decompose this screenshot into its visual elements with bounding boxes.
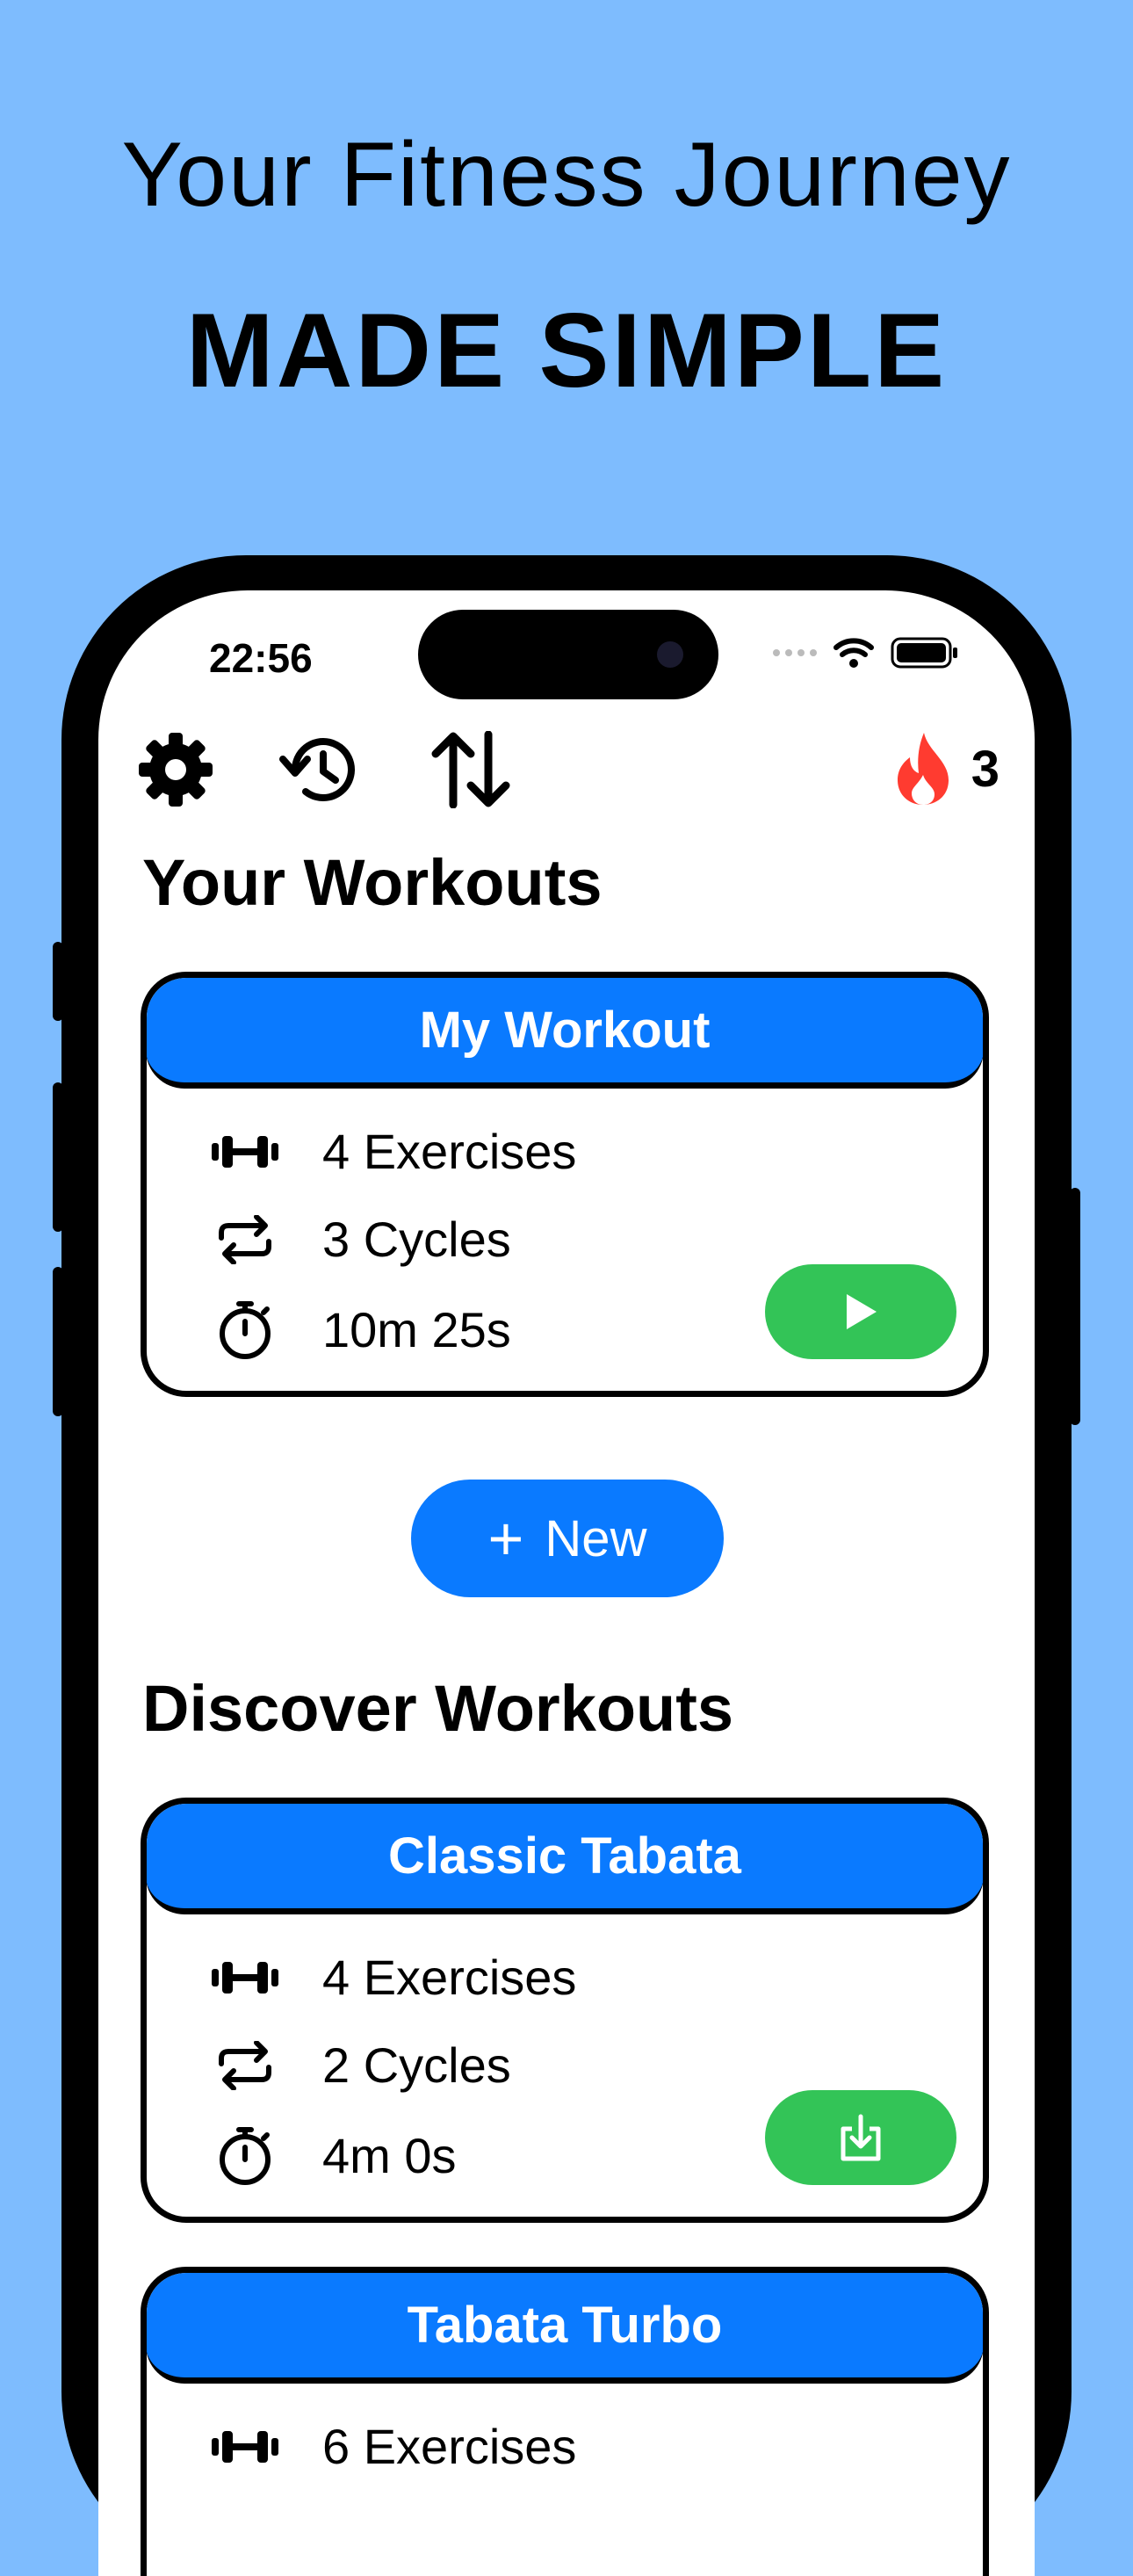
promo-title: MADE SIMPLE xyxy=(185,292,948,409)
discover-workouts-title: Discover Workouts xyxy=(142,1672,734,1745)
exercise-count: 4 Exercises xyxy=(322,1950,577,2005)
cycle-count: 3 Cycles xyxy=(322,1212,511,1267)
phone-side-button xyxy=(53,942,63,1021)
exercise-count: 6 Exercises xyxy=(322,2419,577,2474)
download-button[interactable] xyxy=(765,2090,956,2185)
workout-card-title: Tabata Turbo xyxy=(147,2273,983,2384)
streak-indicator[interactable]: 3 xyxy=(892,731,999,807)
play-icon xyxy=(847,1294,877,1329)
dumbbell-icon xyxy=(212,1961,278,1994)
workout-card-title: My Workout xyxy=(147,978,983,1089)
app-screen: 22:56 3 Your Workouts My Workout 4 Exerc… xyxy=(98,590,1035,2576)
duration-row: 4m 0s xyxy=(210,2124,457,2186)
workout-card[interactable]: My Workout 4 Exercises 3 Cycles 10m 25s xyxy=(141,972,989,1397)
dumbbell-icon xyxy=(212,2430,278,2463)
cycle-count-row: 3 Cycles xyxy=(210,1211,511,1268)
exercise-count-row: 6 Exercises xyxy=(210,2418,576,2475)
download-icon xyxy=(841,2114,881,2161)
dynamic-island xyxy=(418,610,718,699)
cycle-count: 2 Cycles xyxy=(322,2037,511,2093)
gear-icon[interactable] xyxy=(137,731,214,808)
workout-card-title: Classic Tabata xyxy=(147,1804,983,1914)
phone-frame: 22:56 3 Your Workouts My Workout 4 Exerc… xyxy=(53,555,1080,2576)
new-button-label: New xyxy=(545,1509,647,1567)
wifi-icon xyxy=(834,638,874,668)
phone-side-button xyxy=(53,1267,63,1416)
history-icon[interactable] xyxy=(279,731,364,808)
status-indicators xyxy=(773,636,959,669)
exercise-count: 4 Exercises xyxy=(322,1124,577,1179)
workout-duration: 10m 25s xyxy=(322,1301,511,1357)
battery-icon xyxy=(891,637,957,669)
exercise-count-row: 4 Exercises xyxy=(210,1123,576,1180)
discover-workout-card[interactable]: Tabata Turbo 6 Exercises xyxy=(141,2267,989,2576)
your-workouts-title: Your Workouts xyxy=(142,846,603,919)
discover-workout-card[interactable]: Classic Tabata 4 Exercises 2 Cycles 4m 0… xyxy=(141,1798,989,2223)
duration-row: 10m 25s xyxy=(210,1299,511,1360)
flame-icon xyxy=(897,733,949,805)
play-button[interactable] xyxy=(765,1264,956,1359)
stopwatch-icon xyxy=(220,1301,271,1359)
exercise-count-row: 4 Exercises xyxy=(210,1949,576,2006)
promo-subtitle: Your Fitness Journey xyxy=(121,124,1012,226)
camera-icon xyxy=(657,641,683,668)
plus-icon: + xyxy=(487,1504,524,1573)
new-workout-button[interactable]: + New xyxy=(411,1480,724,1597)
stopwatch-icon xyxy=(220,2127,271,2185)
repeat-icon xyxy=(219,1214,271,1264)
status-time: 22:56 xyxy=(209,635,313,681)
workout-duration: 4m 0s xyxy=(322,2127,457,2183)
streak-count: 3 xyxy=(971,740,999,798)
signal-icon xyxy=(773,649,817,656)
cycle-count-row: 2 Cycles xyxy=(210,2037,511,2094)
sort-icon[interactable] xyxy=(427,731,515,808)
dumbbell-icon xyxy=(212,1135,278,1168)
repeat-icon xyxy=(219,2040,271,2090)
phone-side-button xyxy=(53,1082,63,1232)
phone-side-button xyxy=(1070,1188,1080,1425)
